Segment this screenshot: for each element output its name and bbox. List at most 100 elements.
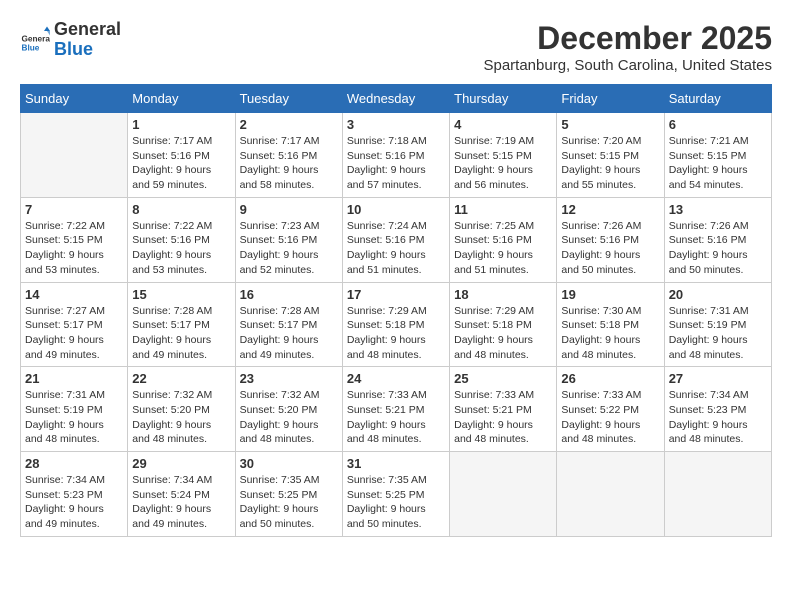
day-info: Sunrise: 7:34 AM Sunset: 5:23 PM Dayligh… [25, 473, 123, 532]
calendar-cell: 5 Sunrise: 7:20 AM Sunset: 5:15 PM Daylig… [557, 113, 664, 198]
day-info: Sunrise: 7:17 AM Sunset: 5:16 PM Dayligh… [132, 134, 230, 193]
day-info: Sunrise: 7:33 AM Sunset: 5:22 PM Dayligh… [561, 388, 659, 447]
day-number: 17 [347, 287, 445, 302]
day-info: Sunrise: 7:19 AM Sunset: 5:15 PM Dayligh… [454, 134, 552, 193]
calendar-cell: 14Sunrise: 7:27 AM Sunset: 5:17 PM Dayli… [21, 282, 128, 367]
day-info: Sunrise: 7:31 AM Sunset: 5:19 PM Dayligh… [669, 304, 767, 363]
day-info: Sunrise: 7:22 AM Sunset: 5:16 PM Dayligh… [132, 219, 230, 278]
day-info: Sunrise: 7:28 AM Sunset: 5:17 PM Dayligh… [132, 304, 230, 363]
day-info: Sunrise: 7:25 AM Sunset: 5:16 PM Dayligh… [454, 219, 552, 278]
calendar-cell: 11 Sunrise: 7:25 AM Sunset: 5:16 PM Dayli… [450, 197, 557, 282]
calendar-week-row: 21 Sunrise: 7:31 AM Sunset: 5:19 PM Dayli… [21, 367, 772, 452]
day-number: 11 [454, 202, 552, 217]
day-number: 1 [132, 117, 230, 132]
calendar-cell: 15 Sunrise: 7:28 AM Sunset: 5:17 PM Dayli… [128, 282, 235, 367]
day-number: 7 [25, 202, 123, 217]
calendar-cell: 27 Sunrise: 7:34 AM Sunset: 5:23 PM Dayli… [664, 367, 771, 452]
day-info: Sunrise: 7:21 AM Sunset: 5:15 PM Dayligh… [669, 134, 767, 193]
day-number: 12 [561, 202, 659, 217]
day-number: 29 [132, 456, 230, 471]
day-number: 21 [25, 371, 123, 386]
day-number: 10 [347, 202, 445, 217]
day-number: 20 [669, 287, 767, 302]
day-info: Sunrise: 7:32 AM Sunset: 5:20 PM Dayligh… [132, 388, 230, 447]
day-number: 25 [454, 371, 552, 386]
calendar-cell: 3Sunrise: 7:18 AM Sunset: 5:16 PM Daylig… [342, 113, 449, 198]
logo-general: General [54, 20, 121, 40]
calendar-cell [557, 452, 664, 537]
day-number: 4 [454, 117, 552, 132]
calendar-cell: 30 Sunrise: 7:35 AM Sunset: 5:25 PM Dayli… [235, 452, 342, 537]
day-number: 27 [669, 371, 767, 386]
calendar-cell: 17Sunrise: 7:29 AM Sunset: 5:18 PM Dayli… [342, 282, 449, 367]
calendar-cell: 22 Sunrise: 7:32 AM Sunset: 5:20 PM Dayli… [128, 367, 235, 452]
day-number: 26 [561, 371, 659, 386]
month-title: December 2025 [483, 20, 772, 57]
day-info: Sunrise: 7:30 AM Sunset: 5:18 PM Dayligh… [561, 304, 659, 363]
day-number: 19 [561, 287, 659, 302]
weekday-header: Friday [557, 85, 664, 113]
svg-text:General: General [22, 34, 51, 43]
calendar-cell: 25 Sunrise: 7:33 AM Sunset: 5:21 PM Dayli… [450, 367, 557, 452]
day-info: Sunrise: 7:35 AM Sunset: 5:25 PM Dayligh… [347, 473, 445, 532]
day-number: 28 [25, 456, 123, 471]
day-number: 18 [454, 287, 552, 302]
calendar-cell: 23 Sunrise: 7:32 AM Sunset: 5:20 PM Dayli… [235, 367, 342, 452]
svg-text:Blue: Blue [22, 43, 40, 52]
day-info: Sunrise: 7:32 AM Sunset: 5:20 PM Dayligh… [240, 388, 338, 447]
day-number: 30 [240, 456, 338, 471]
day-number: 8 [132, 202, 230, 217]
day-number: 2 [240, 117, 338, 132]
calendar-cell [664, 452, 771, 537]
weekday-header: Thursday [450, 85, 557, 113]
logo: General Blue General Blue [20, 20, 121, 60]
day-info: Sunrise: 7:29 AM Sunset: 5:18 PM Dayligh… [454, 304, 552, 363]
day-info: Sunrise: 7:35 AM Sunset: 5:25 PM Dayligh… [240, 473, 338, 532]
weekday-header: Saturday [664, 85, 771, 113]
calendar-cell: 24Sunrise: 7:33 AM Sunset: 5:21 PM Dayli… [342, 367, 449, 452]
day-info: Sunrise: 7:28 AM Sunset: 5:17 PM Dayligh… [240, 304, 338, 363]
day-number: 22 [132, 371, 230, 386]
day-info: Sunrise: 7:34 AM Sunset: 5:24 PM Dayligh… [132, 473, 230, 532]
day-number: 23 [240, 371, 338, 386]
calendar-cell: 6 Sunrise: 7:21 AM Sunset: 5:15 PM Daylig… [664, 113, 771, 198]
day-info: Sunrise: 7:31 AM Sunset: 5:19 PM Dayligh… [25, 388, 123, 447]
calendar-week-row: 1 Sunrise: 7:17 AM Sunset: 5:16 PM Daylig… [21, 113, 772, 198]
calendar-cell [21, 113, 128, 198]
weekday-header-row: SundayMondayTuesdayWednesdayThursdayFrid… [21, 85, 772, 113]
day-info: Sunrise: 7:34 AM Sunset: 5:23 PM Dayligh… [669, 388, 767, 447]
calendar-cell: 13Sunrise: 7:26 AM Sunset: 5:16 PM Dayli… [664, 197, 771, 282]
calendar-cell: 21 Sunrise: 7:31 AM Sunset: 5:19 PM Dayli… [21, 367, 128, 452]
calendar-cell: 4 Sunrise: 7:19 AM Sunset: 5:15 PM Daylig… [450, 113, 557, 198]
day-info: Sunrise: 7:24 AM Sunset: 5:16 PM Dayligh… [347, 219, 445, 278]
calendar-cell: 18 Sunrise: 7:29 AM Sunset: 5:18 PM Dayli… [450, 282, 557, 367]
weekday-header: Tuesday [235, 85, 342, 113]
weekday-header: Sunday [21, 85, 128, 113]
day-number: 31 [347, 456, 445, 471]
day-number: 9 [240, 202, 338, 217]
day-number: 15 [132, 287, 230, 302]
calendar-cell: 16Sunrise: 7:28 AM Sunset: 5:17 PM Dayli… [235, 282, 342, 367]
logo-icon: General Blue [20, 25, 50, 55]
day-number: 6 [669, 117, 767, 132]
calendar-cell: 2 Sunrise: 7:17 AM Sunset: 5:16 PM Daylig… [235, 113, 342, 198]
day-number: 14 [25, 287, 123, 302]
calendar-cell: 29 Sunrise: 7:34 AM Sunset: 5:24 PM Dayli… [128, 452, 235, 537]
calendar-table: SundayMondayTuesdayWednesdayThursdayFrid… [20, 84, 772, 537]
day-info: Sunrise: 7:20 AM Sunset: 5:15 PM Dayligh… [561, 134, 659, 193]
calendar-cell: 31 Sunrise: 7:35 AM Sunset: 5:25 PM Dayli… [342, 452, 449, 537]
day-info: Sunrise: 7:17 AM Sunset: 5:16 PM Dayligh… [240, 134, 338, 193]
day-info: Sunrise: 7:23 AM Sunset: 5:16 PM Dayligh… [240, 219, 338, 278]
day-info: Sunrise: 7:33 AM Sunset: 5:21 PM Dayligh… [454, 388, 552, 447]
day-info: Sunrise: 7:18 AM Sunset: 5:16 PM Dayligh… [347, 134, 445, 193]
logo-blue: Blue [54, 40, 121, 60]
calendar-cell: 28 Sunrise: 7:34 AM Sunset: 5:23 PM Dayli… [21, 452, 128, 537]
day-number: 5 [561, 117, 659, 132]
day-info: Sunrise: 7:22 AM Sunset: 5:15 PM Dayligh… [25, 219, 123, 278]
calendar-cell [450, 452, 557, 537]
day-number: 24 [347, 371, 445, 386]
calendar-week-row: 7 Sunrise: 7:22 AM Sunset: 5:15 PM Daylig… [21, 197, 772, 282]
calendar-cell: 8 Sunrise: 7:22 AM Sunset: 5:16 PM Daylig… [128, 197, 235, 282]
calendar-cell: 10 Sunrise: 7:24 AM Sunset: 5:16 PM Dayli… [342, 197, 449, 282]
logo-text: General Blue [54, 20, 121, 60]
